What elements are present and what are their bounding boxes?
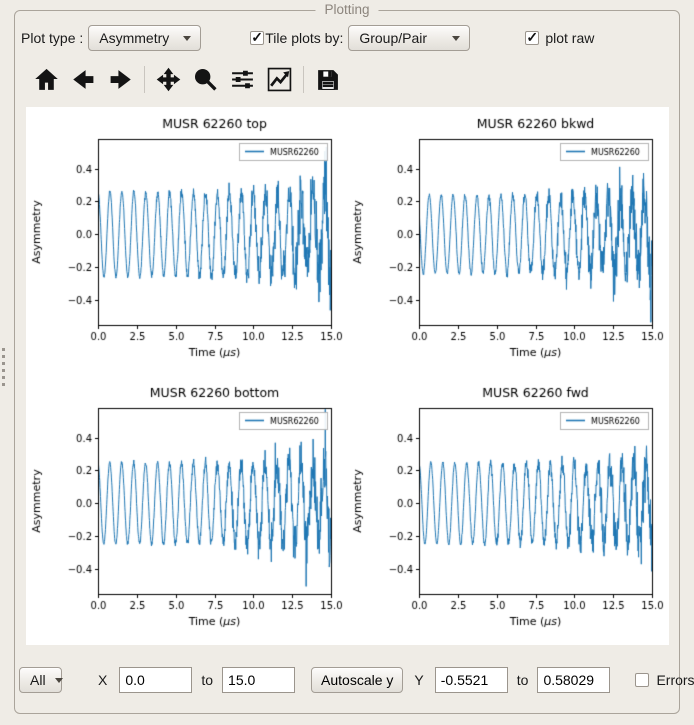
forward-button[interactable]	[106, 65, 135, 94]
subplot-fwd	[347, 376, 669, 645]
plot-raw-checkbox[interactable]	[525, 31, 539, 45]
tile-plots-checkbox[interactable]	[250, 31, 264, 45]
home-icon	[34, 80, 59, 95]
save-button[interactable]	[313, 65, 342, 94]
chevron-down-icon	[55, 678, 63, 683]
tile-by-dropdown[interactable]: Group/Pair	[348, 25, 470, 51]
tile-by-value: Group/Pair	[359, 30, 427, 46]
subplot-config-button[interactable]	[228, 65, 257, 94]
autoscale-y-button[interactable]: Autoscale y	[311, 667, 403, 693]
zoom-button[interactable]	[191, 65, 220, 94]
customize-plot-button[interactable]	[265, 65, 294, 94]
plot-canvas-musr-62260-fwd[interactable]	[347, 376, 669, 645]
plot-canvas-musr-62260-bkwd[interactable]	[347, 107, 669, 376]
subplot-bottom	[26, 376, 347, 645]
y-min-input[interactable]	[435, 667, 508, 693]
plot-raw-label: plot raw	[545, 30, 594, 46]
zoom-icon	[193, 80, 218, 95]
home-button[interactable]	[32, 65, 61, 94]
plot-toolbar	[28, 62, 346, 96]
customize-plot-icon	[267, 80, 292, 95]
x-max-input[interactable]	[222, 667, 295, 693]
plot-canvas-musr-62260-bottom[interactable]	[26, 376, 347, 645]
chevron-down-icon	[183, 36, 191, 41]
to-label: to	[201, 672, 213, 688]
y-range-label: Y	[414, 672, 423, 688]
scope-dropdown[interactable]: All	[19, 667, 62, 693]
pan-icon	[156, 80, 181, 95]
splitter-handle[interactable]	[1, 344, 7, 386]
pan-button[interactable]	[154, 65, 183, 94]
errors-label: Errors	[656, 672, 694, 688]
plot-canvas-musr-62260-top[interactable]	[26, 107, 347, 376]
subplot-bkwd	[347, 107, 669, 376]
figure-area	[26, 107, 669, 645]
subplot-top	[26, 107, 347, 376]
plot-type-dropdown[interactable]: Asymmetry	[88, 25, 201, 51]
plot-type-value: Asymmetry	[99, 30, 169, 46]
back-button[interactable]	[69, 65, 98, 94]
errors-checkbox[interactable]	[635, 673, 649, 687]
bottom-controls-row: All X to Autoscale y Y to Errors	[19, 666, 675, 694]
plotting-groupbox: Plotting Plot type : Asymmetry Tile plot…	[14, 10, 680, 714]
x-min-input[interactable]	[119, 667, 192, 693]
toolbar-separator	[303, 66, 304, 93]
tile-plots-label: Tile plots by:	[265, 30, 343, 46]
forward-arrow-icon	[108, 80, 133, 95]
y-max-input[interactable]	[537, 667, 610, 693]
plot-type-label: Plot type :	[21, 30, 83, 46]
top-controls-row: Plot type : Asymmetry Tile plots by: Gro…	[21, 24, 675, 52]
to-label: to	[517, 672, 529, 688]
back-arrow-icon	[71, 80, 96, 95]
x-range-label: X	[98, 672, 107, 688]
groupbox-title: Plotting	[315, 2, 378, 17]
scope-value: All	[30, 672, 46, 688]
toolbar-separator	[144, 66, 145, 93]
subplot-config-icon	[230, 80, 255, 95]
save-icon	[315, 80, 340, 95]
chevron-down-icon	[452, 36, 460, 41]
